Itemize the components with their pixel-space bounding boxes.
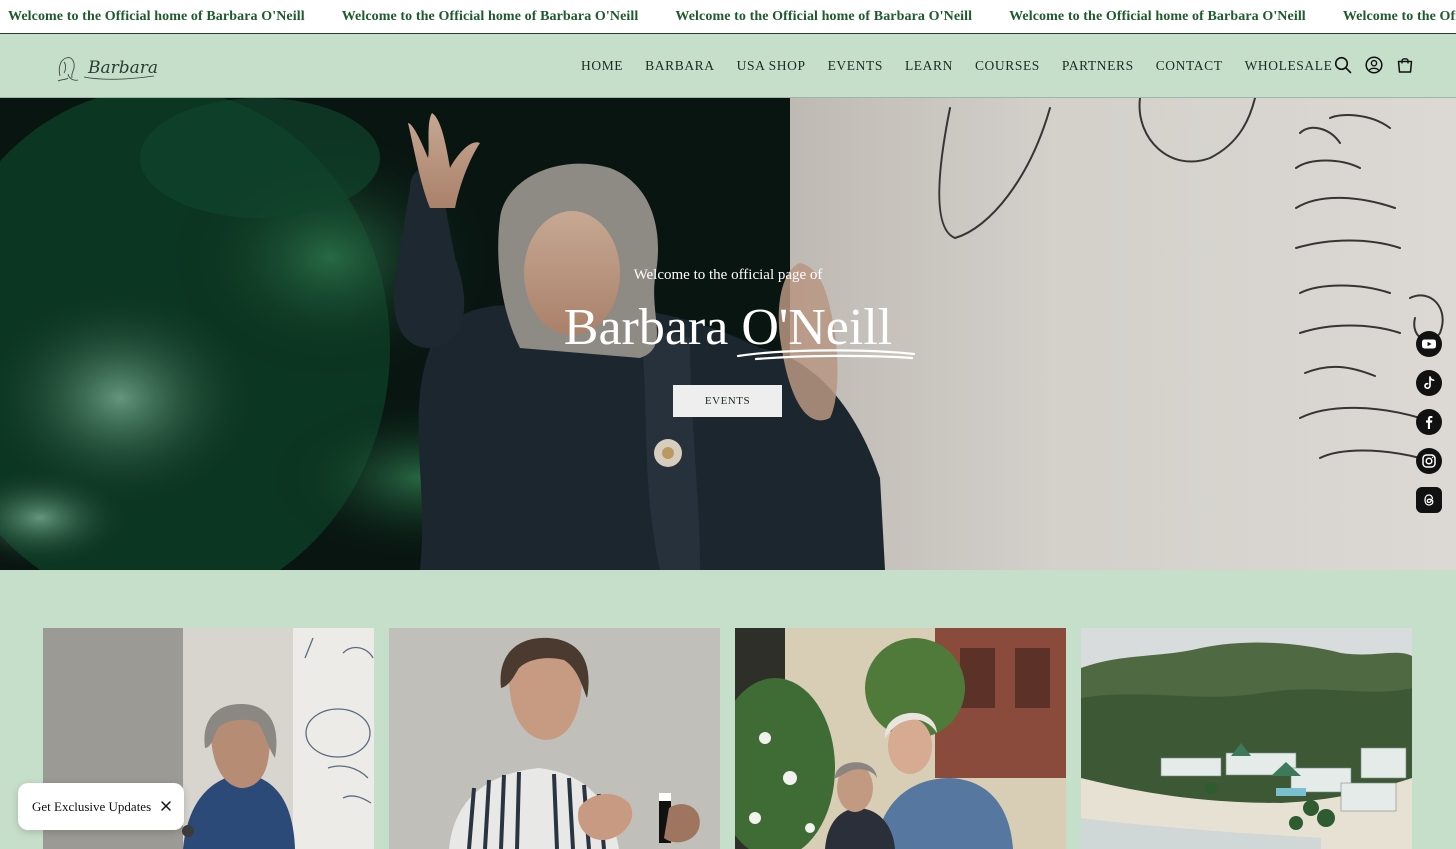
facebook-icon[interactable] xyxy=(1416,409,1442,435)
events-button[interactable]: EVENTS xyxy=(673,385,782,417)
nav-courses[interactable]: COURSES xyxy=(975,58,1040,74)
gallery-photo-resort-aerial xyxy=(1081,628,1412,849)
announcement-message: Welcome to the Official home of Barbara … xyxy=(675,9,973,24)
announcement-message: Welcome to the Official home of Barbara … xyxy=(1009,9,1306,24)
close-icon[interactable] xyxy=(158,798,174,814)
logo-mark: Barbara xyxy=(57,57,158,82)
exclusive-updates-popup[interactable]: Get Exclusive Updates xyxy=(18,783,184,830)
gallery-card[interactable] xyxy=(389,628,720,849)
hero-title: Barbara O'Neill xyxy=(563,299,893,356)
nav-partners[interactable]: PARTNERS xyxy=(1062,58,1134,74)
gallery-card[interactable] xyxy=(735,628,1066,849)
logo-text: Barbara xyxy=(87,58,158,78)
hero-banner: Welcome to the official page of Barbara … xyxy=(0,98,1456,570)
nav-barbara[interactable]: BARBARA xyxy=(645,58,714,74)
tiktok-icon[interactable] xyxy=(1416,370,1442,396)
title-underline-swash xyxy=(736,349,916,361)
gallery-photo-barbara-speaking xyxy=(389,628,720,849)
nav-usa-shop[interactable]: USA SHOP xyxy=(737,58,806,74)
nav-wholesale[interactable]: WHOLESALE xyxy=(1245,58,1333,74)
nav-contact[interactable]: CONTACT xyxy=(1156,58,1223,74)
account-icon[interactable] xyxy=(1365,56,1383,74)
gallery-photo-barbara-couple xyxy=(735,628,1066,849)
announcement-message: Welcome to the Official home of Barbara … xyxy=(1342,9,1456,24)
search-icon[interactable] xyxy=(1334,56,1352,74)
cart-icon[interactable] xyxy=(1396,56,1414,74)
social-links xyxy=(1416,331,1442,513)
nav-learn[interactable]: LEARN xyxy=(905,58,953,74)
announcement-message: Welcome to the Official home of Barbara … xyxy=(8,9,305,24)
photo-gallery xyxy=(43,628,1412,849)
site-header: Barbara HOME BARBARA USA SHOP EVENTS LEA… xyxy=(0,34,1456,98)
site-logo[interactable]: Barbara xyxy=(54,46,164,86)
gallery-card[interactable] xyxy=(1081,628,1412,849)
hero-kicker: Welcome to the official page of xyxy=(633,267,823,283)
nav-events[interactable]: EVENTS xyxy=(828,58,883,74)
nav-home[interactable]: HOME xyxy=(581,58,623,74)
main-nav: HOME BARBARA USA SHOP EVENTS LEARN COURS… xyxy=(581,58,1332,74)
announcement-bar: Welcome to the Official home of Barbara … xyxy=(0,0,1456,34)
instagram-icon[interactable] xyxy=(1416,448,1442,474)
youtube-icon[interactable] xyxy=(1416,331,1442,357)
threads-icon[interactable] xyxy=(1416,487,1442,513)
popup-label[interactable]: Get Exclusive Updates xyxy=(32,799,151,815)
header-actions xyxy=(1334,56,1414,74)
announcement-message: Welcome to the Official home of Barbara … xyxy=(341,9,639,24)
